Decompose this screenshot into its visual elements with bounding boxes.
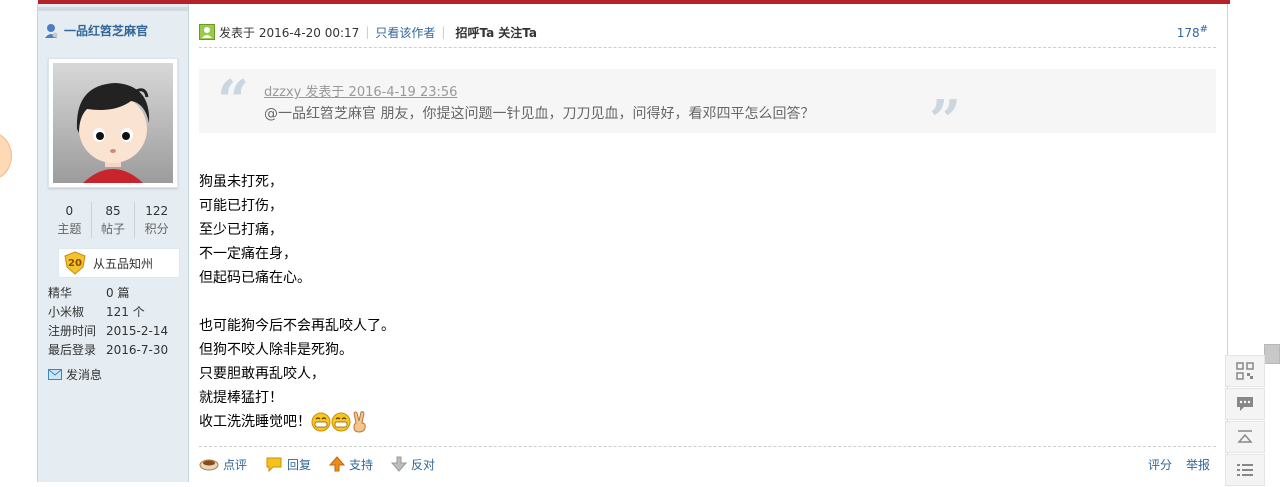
back-to-top-button[interactable] — [1225, 421, 1265, 453]
rank-badge-box: 20 从五品知州 — [58, 248, 180, 278]
reply-button[interactable]: 回复 — [265, 456, 311, 473]
qrcode-button[interactable] — [1225, 355, 1265, 387]
arrow-down-icon — [391, 456, 408, 472]
arrow-up-icon — [329, 456, 346, 472]
oppose-button[interactable]: 反对 — [391, 456, 435, 473]
grin-emoji-icon — [311, 412, 331, 432]
victory-hand-icon — [353, 411, 366, 433]
rank-title: 从五品知州 — [93, 256, 154, 271]
rate-link[interactable]: 评分 — [1148, 456, 1172, 473]
body-line: 但起码已痛在心。 — [199, 270, 311, 286]
qrcode-icon — [1236, 362, 1254, 380]
body-line: 也可能狗今后不会再乱咬人了。 — [199, 318, 395, 334]
envelope-icon — [48, 369, 62, 380]
comment-button[interactable]: 点评 — [199, 456, 247, 473]
author-stats: 0 主题 85 帖子 122 积分 — [48, 202, 178, 238]
reply-bubble-icon — [266, 457, 282, 472]
body-line: 狗虽未打死， — [199, 174, 283, 190]
avatar-image — [53, 63, 173, 183]
floating-orange-button[interactable] — [0, 132, 12, 180]
support-button[interactable]: 支持 — [329, 456, 373, 473]
quick-reply-button[interactable] — [1225, 388, 1265, 420]
only-author-link[interactable]: 只看该作者 — [375, 24, 435, 41]
stat-points[interactable]: 122 积分 — [134, 202, 178, 238]
author-name[interactable]: 一品红笤芝麻官 — [64, 22, 148, 39]
body-line: 不一定痛在身， — [199, 246, 297, 262]
body-line: 可能已打伤， — [199, 198, 283, 214]
post-body: 狗虽未打死， 可能已打伤， 至少已打痛， 不一定痛在身， 但起码已痛在心。 也可… — [199, 170, 395, 434]
post-actions: 点评 回复 支持 反对 评分 举报 — [199, 454, 1216, 474]
body-line-last: 收工洗洗睡觉吧！ — [199, 410, 395, 434]
online-status-icon — [199, 24, 215, 40]
floating-toolbar — [1225, 355, 1265, 487]
scrollbar-thumb[interactable] — [1264, 344, 1280, 364]
quote-block: “ dzzxy 发表于 2016-4-19 23:56 @一品红笤芝麻官 朋友，… — [199, 68, 1216, 151]
divider — [199, 47, 1216, 48]
chat-bubble-icon — [1237, 397, 1253, 411]
quote-source-link[interactable]: dzzxy 发表于 2016-4-19 23:56 — [264, 81, 457, 100]
svg-text:20: 20 — [68, 258, 82, 269]
report-link[interactable]: 举报 — [1186, 456, 1210, 473]
follow-link[interactable]: 关注Ta — [498, 24, 537, 41]
quote-text: @一品红笤芝麻官 朋友，你提这问题一针见血，刀刀见血，问得好，看邓四平怎么回答？ — [264, 106, 815, 122]
list-icon — [1237, 464, 1253, 476]
stat-posts[interactable]: 85 帖子 — [90, 202, 135, 238]
quote-open-mark: “ — [217, 68, 250, 134]
avatar[interactable] — [48, 58, 178, 188]
rank-shield-icon: 20 — [64, 251, 86, 275]
back-to-top-icon — [1237, 430, 1253, 443]
body-line: 至少已打痛， — [199, 222, 283, 238]
body-line: 就提棒猛打！ — [199, 390, 283, 406]
post-time: 发表于 2016-4-20 00:17 — [219, 25, 360, 40]
send-message-link[interactable]: 发消息 — [48, 366, 102, 383]
floor-number[interactable]: 178# — [1177, 24, 1208, 40]
body-line: 但狗不咬人除非是死狗。 — [199, 342, 353, 358]
comment-cup-icon — [199, 459, 219, 471]
post-header: 发表于 2016-4-20 00:17 | 只看该作者 | 招呼Ta 关注Ta … — [199, 22, 1216, 42]
stat-threads[interactable]: 0 主题 — [48, 202, 91, 238]
info-row: 精华 0 篇 — [48, 286, 130, 300]
author-name-row[interactable]: 一品红笤芝麻官 — [44, 22, 148, 39]
info-row: 最后登录 2016-7-30 — [48, 343, 169, 357]
author-info: 精华 0 篇 小米椒 121 个 注册时间 2015-2-14 最后登录 2016-7-… — [48, 284, 188, 360]
back-to-list-button[interactable] — [1225, 454, 1265, 486]
quote-close-mark: ” — [929, 88, 962, 154]
greet-link[interactable]: 招呼Ta — [455, 24, 494, 41]
user-icon — [45, 23, 58, 38]
info-row: 小米椒 121 个 — [48, 305, 145, 319]
grin-emoji-icon — [331, 412, 351, 432]
body-line: 只要胆敢再乱咬人， — [199, 366, 325, 382]
info-row: 注册时间 2015-2-14 — [48, 324, 169, 338]
divider — [199, 446, 1216, 447]
